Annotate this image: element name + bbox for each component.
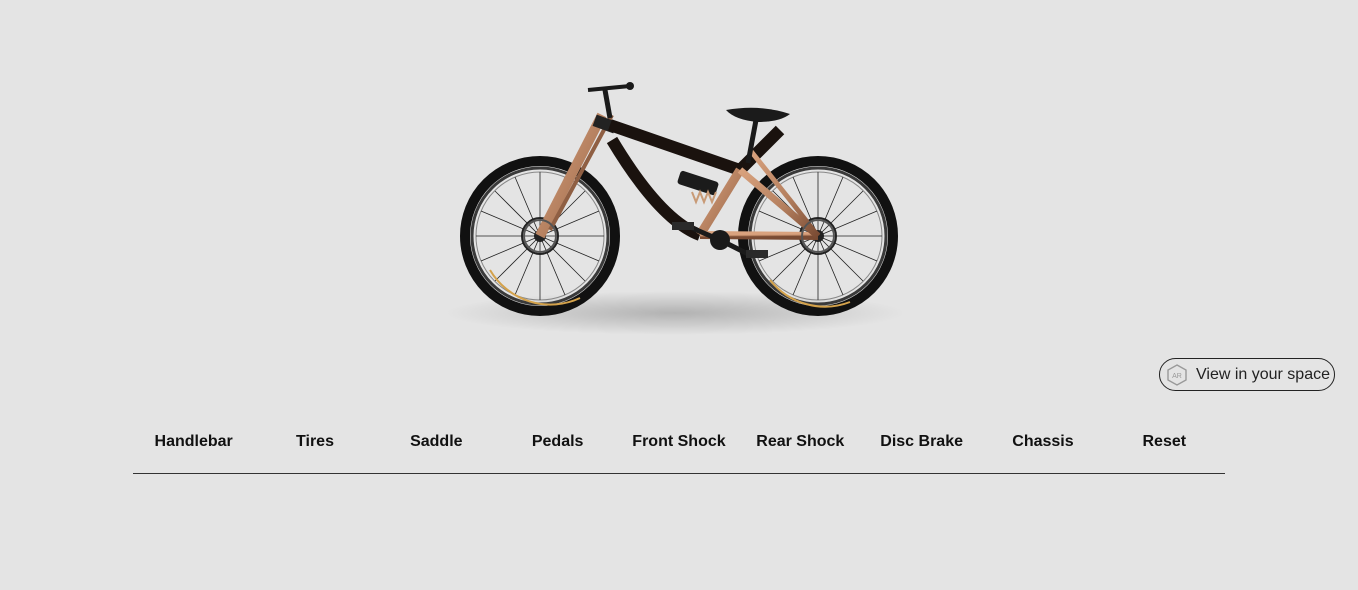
configurator-page: AR View in your space Handlebar Tires Sa… — [0, 0, 1358, 590]
nav-item-disc-brake[interactable]: Disc Brake — [861, 420, 982, 473]
rear-shock — [677, 170, 719, 205]
view-in-space-button[interactable]: AR View in your space — [1159, 358, 1335, 391]
nav-item-chassis[interactable]: Chassis — [982, 420, 1103, 473]
parts-nav: Handlebar Tires Saddle Pedals Front Shoc… — [133, 420, 1225, 474]
bike-3d-viewer[interactable] — [430, 70, 920, 350]
handlebar — [587, 82, 634, 119]
reset-button[interactable]: Reset — [1104, 420, 1225, 473]
nav-item-tires[interactable]: Tires — [254, 420, 375, 473]
bike-model — [445, 82, 905, 335]
nav-item-front-shock[interactable]: Front Shock — [618, 420, 739, 473]
pedals — [672, 222, 768, 258]
ar-icon-text: AR — [1172, 373, 1182, 380]
ar-cube-icon: AR — [1166, 363, 1188, 386]
nav-item-rear-shock[interactable]: Rear Shock — [740, 420, 861, 473]
nav-item-handlebar[interactable]: Handlebar — [133, 420, 254, 473]
nav-item-saddle[interactable]: Saddle — [376, 420, 497, 473]
nav-item-pedals[interactable]: Pedals — [497, 420, 618, 473]
view-in-space-label: View in your space — [1196, 365, 1330, 383]
